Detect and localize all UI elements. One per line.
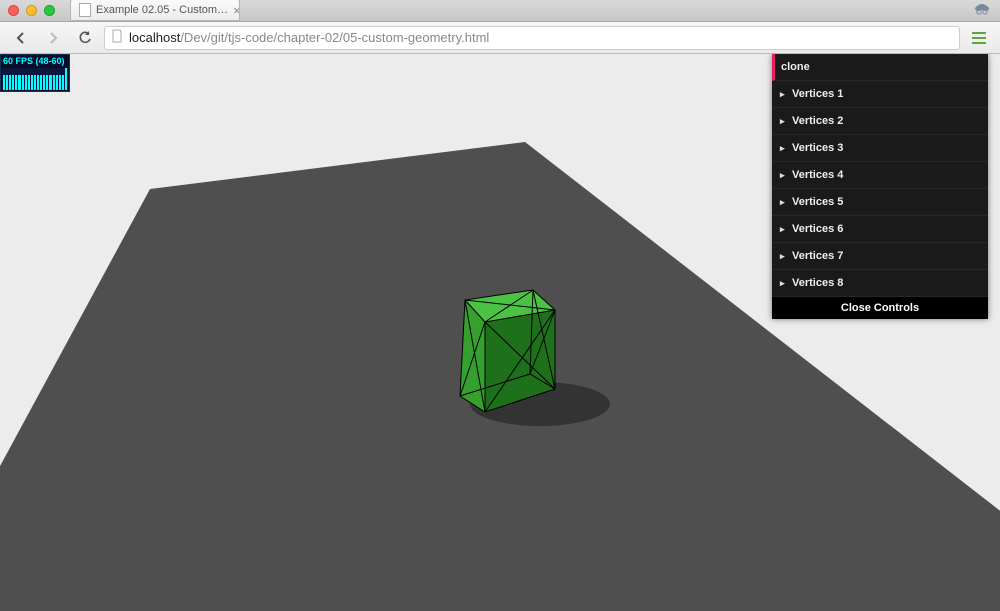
window-minimize-button[interactable]: [26, 5, 37, 16]
gui-folder-vertices-3[interactable]: Vertices 3: [772, 135, 988, 162]
address-bar[interactable]: localhost/Dev/git/tjs-code/chapter-02/05…: [104, 26, 960, 50]
forward-button[interactable]: [40, 25, 66, 51]
gui-folder-label: Vertices 4: [792, 169, 843, 181]
gui-folder-label: Vertices 6: [792, 223, 843, 235]
incognito-icon: [972, 2, 992, 16]
webgl-viewport[interactable]: 60 FPS (48-60) clone Vertices 1 Vertices…: [0, 54, 1000, 611]
gui-folder-vertices-1[interactable]: Vertices 1: [772, 81, 988, 108]
gui-folder-vertices-6[interactable]: Vertices 6: [772, 216, 988, 243]
url-host: localhost: [129, 30, 180, 45]
site-info-icon[interactable]: [111, 29, 123, 46]
browser-tab[interactable]: Example 02.05 - Custom… ×: [70, 0, 240, 21]
gui-folder-label: Vertices 5: [792, 196, 843, 208]
url-text: localhost/Dev/git/tjs-code/chapter-02/05…: [129, 30, 489, 45]
gui-folder-label: Vertices 2: [792, 115, 843, 127]
fps-stats[interactable]: 60 FPS (48-60): [0, 54, 70, 92]
gui-folder-label: Vertices 1: [792, 88, 843, 100]
gui-folder-label: Vertices 7: [792, 250, 843, 262]
gui-folder-vertices-8[interactable]: Vertices 8: [772, 270, 988, 297]
fps-text: 60 FPS (48-60): [3, 56, 65, 66]
window-zoom-button[interactable]: [44, 5, 55, 16]
tab-bar: Example 02.05 - Custom… ×: [0, 0, 1000, 22]
url-path: /Dev/git/tjs-code/chapter-02/05-custom-g…: [180, 30, 489, 45]
browser-toolbar: localhost/Dev/git/tjs-code/chapter-02/05…: [0, 22, 1000, 54]
tab-title: Example 02.05 - Custom…: [96, 4, 228, 16]
menu-icon[interactable]: [966, 25, 992, 51]
gui-clone-action[interactable]: clone: [772, 54, 988, 81]
gui-clone-label: clone: [781, 61, 810, 73]
gui-folder-vertices-2[interactable]: Vertices 2: [772, 108, 988, 135]
traffic-lights: [8, 5, 55, 16]
close-tab-icon[interactable]: ×: [233, 3, 240, 18]
gui-close-controls[interactable]: Close Controls: [772, 297, 988, 319]
gui-close-label: Close Controls: [841, 302, 919, 314]
gui-folder-label: Vertices 8: [792, 277, 843, 289]
fps-graph: [2, 68, 68, 90]
gui-folder-vertices-4[interactable]: Vertices 4: [772, 162, 988, 189]
page-icon: [79, 3, 91, 17]
gui-folder-label: Vertices 3: [792, 142, 843, 154]
window-close-button[interactable]: [8, 5, 19, 16]
reload-button[interactable]: [72, 25, 98, 51]
window-chrome: Example 02.05 - Custom… ×: [0, 0, 1000, 22]
dat-gui-panel: clone Vertices 1 Vertices 2 Vertices 3 V…: [772, 54, 988, 319]
gui-folder-vertices-5[interactable]: Vertices 5: [772, 189, 988, 216]
gui-folder-vertices-7[interactable]: Vertices 7: [772, 243, 988, 270]
back-button[interactable]: [8, 25, 34, 51]
